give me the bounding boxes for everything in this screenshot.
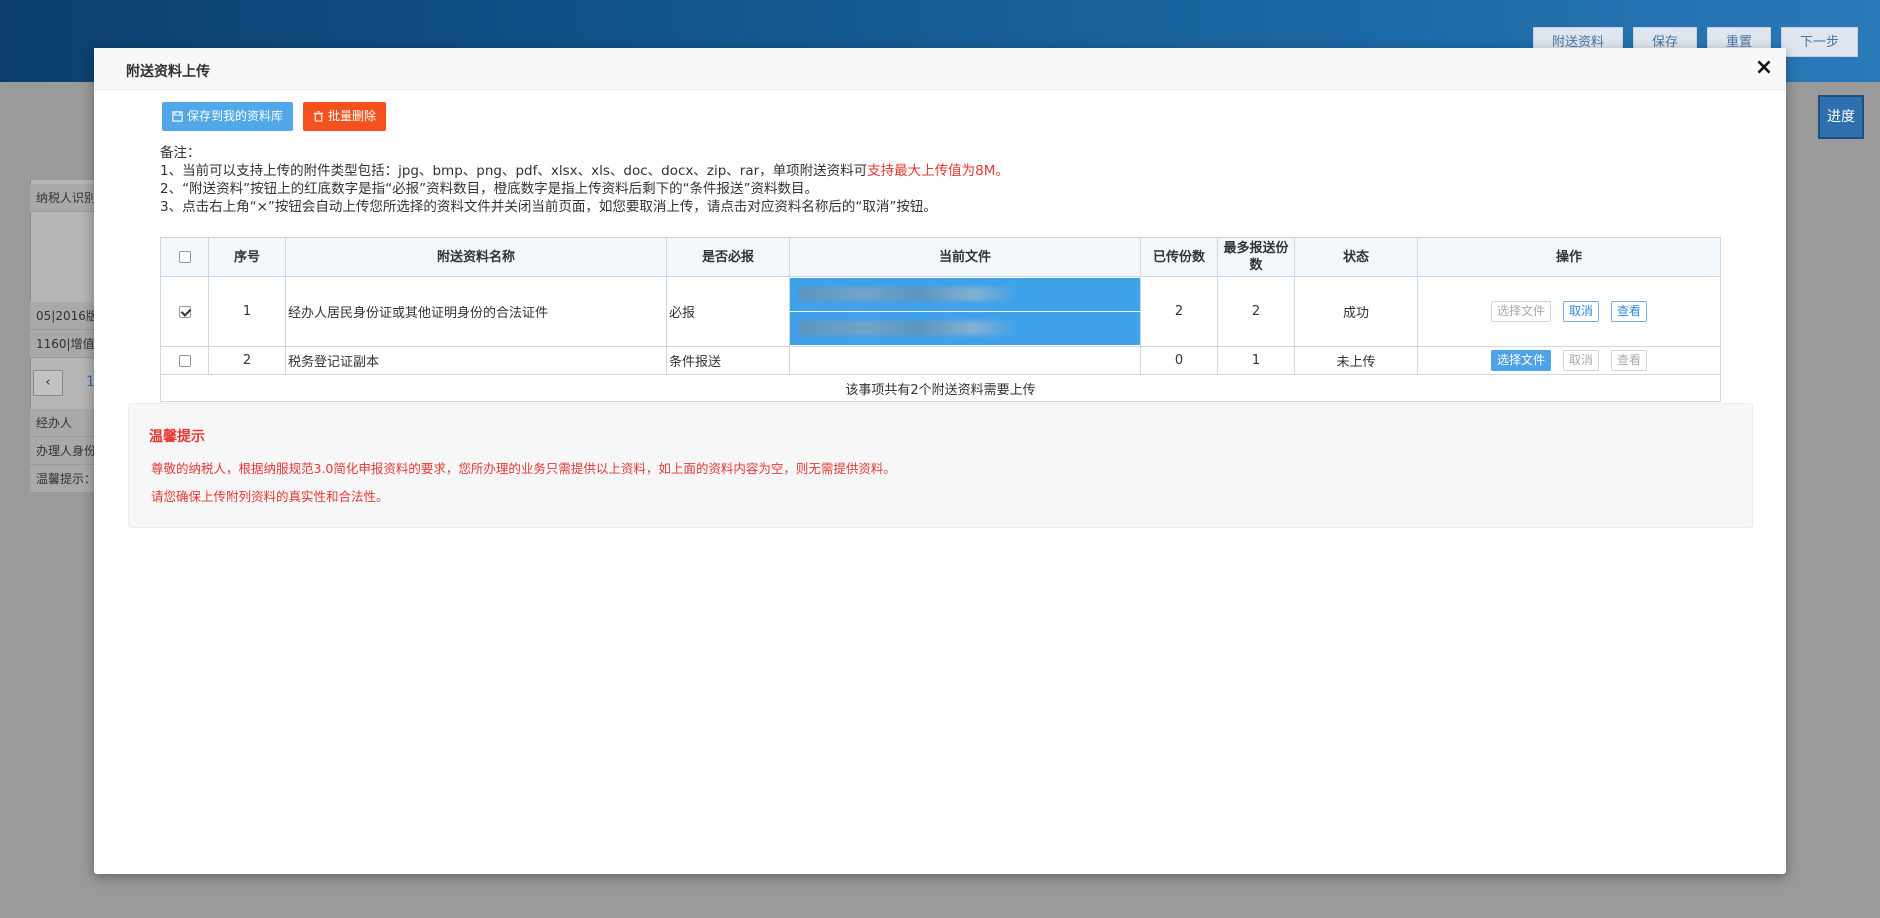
row-file-cell	[789, 276, 1141, 347]
upload-dialog: 附送资料上传 × 保存到我的资料库 批量删除 备注： 1、当前可以支持上传的附件…	[94, 48, 1786, 874]
notes-line-2: 2、“附送资料”按钮上的红底数字是指“必报”资料数目，橙底数字是指上传资料后剩下…	[160, 181, 819, 197]
select-all-checkbox[interactable]	[178, 251, 191, 263]
notes-line-1-text: 1、当前可以支持上传的附件类型包括：jpg、bmp、png、pdf、xlsx、x…	[160, 163, 868, 179]
row-file-cell	[789, 346, 1141, 375]
attachments-table: 序号 附送资料名称 是否必报 当前文件 已传份数 最多报送份数 状态 操作 1 …	[160, 237, 1721, 402]
column-header-required: 是否必报	[666, 237, 790, 277]
column-header-uploaded: 已传份数	[1140, 237, 1218, 277]
save-to-library-button[interactable]: 保存到我的资料库	[162, 102, 294, 131]
row-ops-cell: 选择文件 取消 查看	[1417, 346, 1721, 375]
pagination-prev-button[interactable]: ‹	[33, 370, 63, 396]
column-header-file: 当前文件	[789, 237, 1141, 277]
row-max-count: 1	[1217, 346, 1295, 375]
uploaded-file-item[interactable]	[790, 278, 1140, 311]
dialog-toolbar: 保存到我的资料库 批量删除	[162, 102, 387, 131]
row-checkbox[interactable]	[178, 354, 191, 367]
uploaded-file-redacted-name	[798, 321, 1018, 335]
view-file-button[interactable]: 查看	[1611, 350, 1648, 371]
column-header-name: 附送资料名称	[285, 237, 667, 277]
warm-tip-line-1: 尊敬的纳税人，根据纳服规范3.0简化申报资料的要求，您所办理的业务只需提供以上资…	[151, 461, 896, 476]
column-header-ops: 操作	[1417, 237, 1721, 277]
row-checkbox-cell	[160, 346, 209, 375]
warm-tip-title: 温馨提示	[149, 429, 205, 445]
handler-id-label: 办理人身份	[30, 437, 94, 465]
cancel-upload-button[interactable]: 取消	[1562, 301, 1599, 322]
table-row: 2 税务登记证副本 条件报送 0 1 未上传 选择文件 取消 查看	[160, 346, 1721, 375]
notes-line-3: 3、点击右上角“×”按钮会自动上传您所选择的资料文件并关闭当前页面，如您要取消上…	[160, 199, 937, 215]
table-header-row: 序号 附送资料名称 是否必报 当前文件 已传份数 最多报送份数 状态 操作	[160, 237, 1721, 277]
notes-line-1: 1、当前可以支持上传的附件类型包括：jpg、bmp、png、pdf、xlsx、x…	[160, 162, 1009, 180]
row-checkbox[interactable]	[178, 305, 191, 318]
cancel-upload-button[interactable]: 取消	[1562, 350, 1599, 371]
tip-label: 温馨提示：	[30, 465, 94, 493]
row-checkbox-cell	[160, 276, 209, 347]
choose-file-button[interactable]: 选择文件	[1490, 301, 1551, 322]
notes-heading: 备注：	[160, 145, 201, 161]
uploaded-file-item[interactable]	[790, 312, 1140, 345]
next-step-button[interactable]: 下一步	[1780, 27, 1858, 57]
row-index: 1	[208, 276, 286, 347]
row-name: 税务登记证副本	[285, 346, 667, 375]
warm-tip-box: 温馨提示 尊敬的纳税人，根据纳服规范3.0简化申报资料的要求，您所办理的业务只需…	[128, 403, 1753, 528]
column-header-max: 最多报送份数	[1217, 237, 1295, 277]
row-name: 经办人居民身份证或其他证明身份的合法证件	[285, 276, 667, 347]
select-all-cell	[160, 237, 209, 277]
row-required: 必报	[666, 276, 790, 347]
row-max-count: 2	[1217, 276, 1295, 347]
notes-line-1-suffix: 。	[995, 163, 1009, 179]
row-ops-cell: 选择文件 取消 查看	[1417, 276, 1721, 347]
dialog-header: 附送资料上传 ×	[94, 48, 1786, 90]
row-status: 未上传	[1294, 346, 1418, 375]
batch-delete-button[interactable]: 批量删除	[303, 102, 387, 131]
max-size-highlight: 支持最大上传值为8M	[867, 163, 996, 179]
row-index: 2	[208, 346, 286, 375]
column-header-status: 状态	[1294, 237, 1418, 277]
dialog-title: 附送资料上传	[126, 64, 210, 80]
choose-file-button[interactable]: 选择文件	[1490, 350, 1551, 371]
table-row: 1 经办人居民身份证或其他证明身份的合法证件 必报 2 2 成功 选择文件 取消…	[160, 276, 1721, 347]
progress-button[interactable]: 进度	[1818, 95, 1864, 139]
trash-icon	[313, 111, 324, 122]
warm-tip-line-2: 请您确保上传附列资料的真实性和合法性。	[151, 489, 389, 504]
save-icon	[172, 111, 183, 122]
notes-section: 备注： 1、当前可以支持上传的附件类型包括：jpg、bmp、png、pdf、xl…	[160, 144, 1009, 216]
row-required: 条件报送	[666, 346, 790, 375]
table-footer-text: 该事项共有2个附送资料需要上传	[160, 374, 1721, 402]
save-to-library-label: 保存到我的资料库	[187, 109, 284, 123]
row-uploaded-count: 2	[1140, 276, 1218, 347]
row-uploaded-count: 0	[1140, 346, 1218, 375]
row-status: 成功	[1294, 276, 1418, 347]
handler-label: 经办人	[30, 409, 94, 437]
view-file-button[interactable]: 查看	[1611, 301, 1648, 322]
close-icon[interactable]: ×	[1752, 54, 1776, 82]
batch-delete-label: 批量删除	[328, 109, 377, 123]
form-version-label: 05|2016版	[30, 302, 94, 330]
uploaded-file-redacted-name	[798, 287, 1018, 301]
taxpayer-id-label: 纳税人识别	[30, 184, 94, 212]
column-header-index: 序号	[208, 237, 286, 277]
tax-type-label: 1160|增值税	[30, 330, 94, 358]
table-footer-row: 该事项共有2个附送资料需要上传	[160, 374, 1721, 402]
